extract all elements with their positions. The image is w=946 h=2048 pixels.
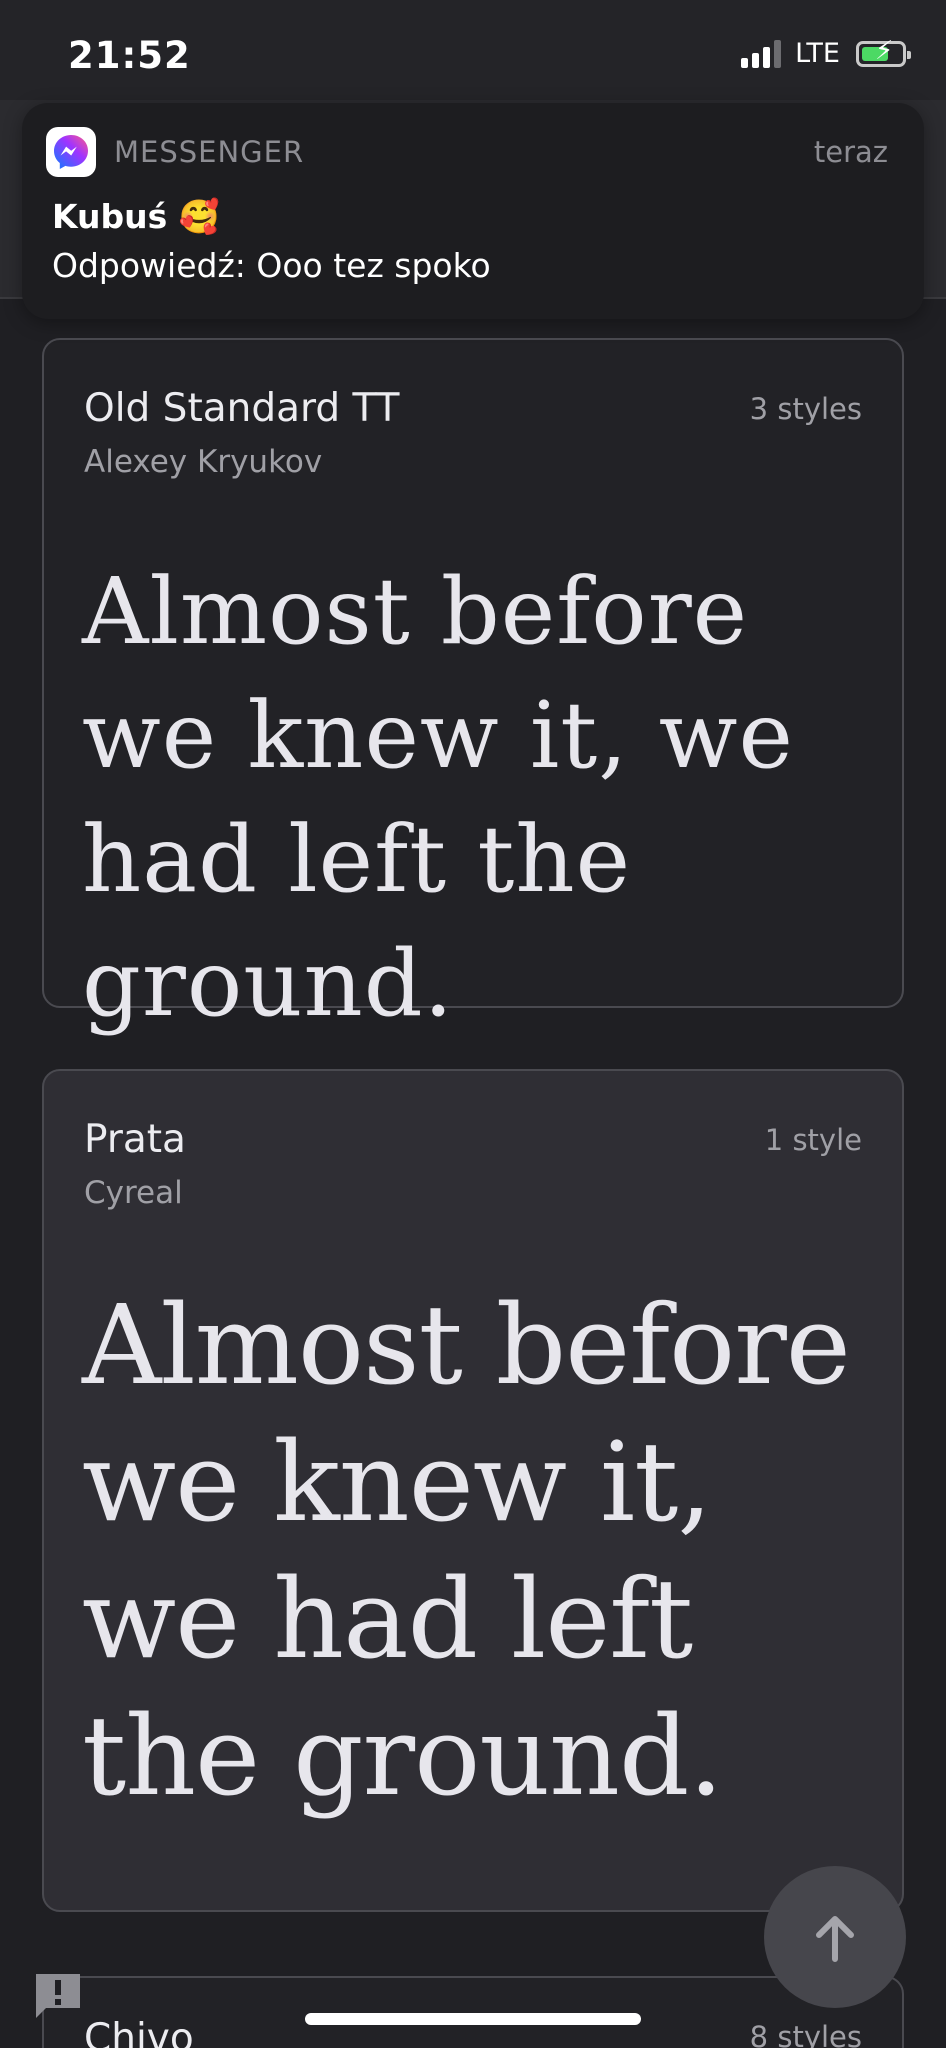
- status-indicators: LTE ⚡: [741, 38, 911, 69]
- screen: 21:52 LTE ⚡ MESSENGER teraz Kubuś 🥰 Odpo…: [0, 0, 946, 2048]
- font-author: Cyreal: [84, 1175, 183, 1211]
- notification-time: teraz: [813, 135, 888, 169]
- feedback-icon[interactable]: [32, 1970, 84, 2022]
- font-sample-text: Almost before we knew it, we had left th…: [82, 1281, 851, 1820]
- scroll-to-top-button[interactable]: [764, 1866, 906, 2008]
- notification-app-name: MESSENGER: [114, 135, 305, 169]
- font-name: Chivo: [84, 2016, 194, 2048]
- font-card[interactable]: Chivo 8 styles: [42, 1976, 904, 2048]
- arrow-up-icon: [816, 1916, 854, 1962]
- font-author: Alexey Kryukov: [84, 444, 323, 480]
- font-styles-count: 8 styles: [749, 2020, 862, 2048]
- status-time: 21:52: [68, 34, 191, 77]
- font-name: Old Standard TT: [84, 386, 400, 431]
- network-label: LTE: [795, 38, 840, 69]
- font-card[interactable]: Old Standard TT Alexey Kryukov 3 styles …: [42, 338, 904, 1037]
- signal-icon: [741, 39, 782, 68]
- home-indicator[interactable]: [305, 2013, 641, 2025]
- notification-body: Odpowiedź: Ooo tez spoko: [52, 246, 491, 285]
- font-card[interactable]: Prata Cyreal 1 style Almost before we kn…: [42, 1069, 904, 1912]
- notification-title: Kubuś 🥰: [52, 197, 220, 236]
- messenger-icon: [46, 127, 96, 177]
- messenger-notification[interactable]: MESSENGER teraz Kubuś 🥰 Odpowiedź: Ooo t…: [22, 103, 924, 319]
- battery-charging-icon: ⚡: [856, 38, 911, 67]
- font-styles-count: 3 styles: [749, 392, 862, 426]
- font-styles-count: 1 style: [764, 1123, 862, 1157]
- font-sample-text: Almost before we knew it, we had left th…: [82, 558, 794, 1037]
- font-name: Prata: [84, 1117, 186, 1162]
- status-bar: 21:52 LTE ⚡: [0, 0, 946, 100]
